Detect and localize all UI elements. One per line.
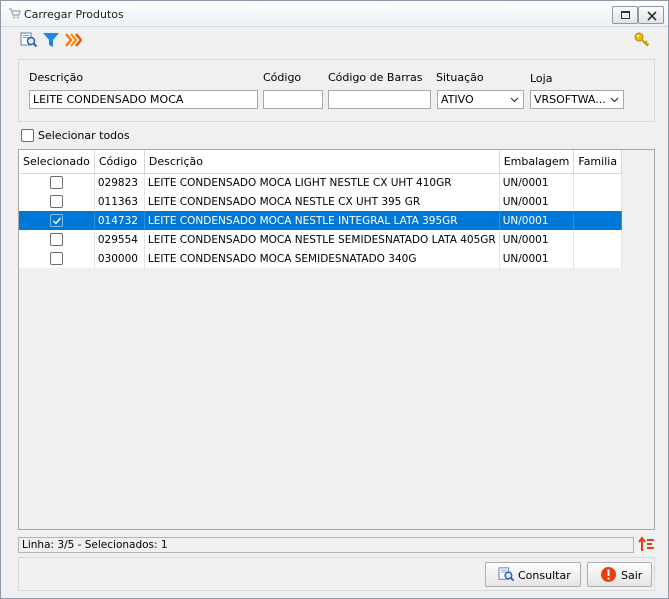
column-header[interactable]: Selecionado <box>19 150 95 174</box>
situacao-label: Situação <box>436 71 484 84</box>
table-row[interactable]: 011363 LEITE CONDENSADO MOCA NESTLE CX U… <box>19 192 623 211</box>
toolbar <box>1 28 668 54</box>
embalagem-cell: UN/0001 <box>499 249 575 268</box>
window: Carregar Produtos Descrição LEITE CONDEN… <box>0 0 669 599</box>
embalagem-cell: UN/0001 <box>499 230 575 249</box>
row-checkbox[interactable] <box>49 252 63 265</box>
table-row[interactable]: 029554 LEITE CONDENSADO MOCA NESTLE SEMI… <box>19 230 623 249</box>
descricao-cell: LEITE CONDENSADO MOCA NESTLE CX UHT 395 … <box>144 192 500 211</box>
table-row[interactable]: 030000 LEITE CONDENSADO MOCA SEMIDESNATA… <box>19 249 623 268</box>
consultar-button[interactable]: Consultar <box>485 562 581 587</box>
window-title: Carregar Produtos <box>24 8 124 21</box>
loja-label: Loja <box>530 72 553 85</box>
table-row-selected[interactable]: 014732 LEITE CONDENSADO MOCA NESTLE INTE… <box>19 211 623 230</box>
codigo-barras-input[interactable] <box>328 90 431 109</box>
column-header[interactable]: Código <box>94 150 145 174</box>
embalagem-cell: UN/0001 <box>499 192 575 211</box>
codigo-cell: 014732 <box>94 211 145 230</box>
situacao-select[interactable]: ATIVO <box>437 90 524 109</box>
codigo-cell: 029823 <box>94 173 145 192</box>
search-document-icon <box>498 566 515 583</box>
codigo-cell: 029554 <box>94 230 145 249</box>
familia-cell <box>573 249 623 268</box>
column-header[interactable]: Descrição <box>144 150 500 174</box>
key-icon[interactable] <box>633 31 651 49</box>
close-button[interactable] <box>638 6 664 24</box>
familia-cell <box>573 192 623 211</box>
products-grid: Selecionado Código Descrição Embalagem F… <box>19 150 623 268</box>
button-panel: Consultar Sair <box>18 557 655 591</box>
products-table: Selecionado Código Descrição Embalagem F… <box>18 149 655 530</box>
descricao-cell: LEITE CONDENSADO MOCA LIGHT NESTLE CX UH… <box>144 173 500 192</box>
restore-icon <box>621 11 630 19</box>
row-checkbox[interactable] <box>49 176 63 190</box>
filter-icon[interactable] <box>42 31 60 49</box>
sort-ascending-icon[interactable] <box>637 535 655 553</box>
row-checkbox[interactable] <box>49 195 63 208</box>
filter-panel: Descrição Código Código de Barras Situaç… <box>18 59 655 122</box>
descricao-cell: LEITE CONDENSADO MOCA SEMIDESNATADO 340G <box>144 249 500 268</box>
embalagem-cell: UN/0001 <box>499 211 575 230</box>
sair-label: Sair <box>621 569 643 582</box>
codigo-label: Código <box>263 71 302 84</box>
familia-cell <box>573 230 623 249</box>
table-header: Selecionado Código Descrição Embalagem F… <box>19 150 623 174</box>
row-checkbox[interactable] <box>49 233 63 246</box>
status-bar: Linha: 3/5 - Selecionados: 1 <box>18 537 634 553</box>
restore-button[interactable] <box>612 6 638 24</box>
codigo-input[interactable] <box>263 90 323 109</box>
descricao-input[interactable] <box>29 90 258 109</box>
chevron-down-icon <box>510 97 519 103</box>
chevrons-right-icon[interactable] <box>64 31 83 49</box>
descricao-cell: LEITE CONDENSADO MOCA NESTLE SEMIDESNATA… <box>144 230 500 249</box>
column-header[interactable]: Embalagem <box>499 150 575 174</box>
consultar-label: Consultar <box>518 569 571 582</box>
status-text: Linha: 3/5 - Selecionados: 1 <box>22 539 168 551</box>
select-all-label: Selecionar todos <box>38 129 130 142</box>
select-all-checkbox[interactable] <box>21 128 34 142</box>
close-icon <box>647 11 657 21</box>
column-header[interactable]: Familia <box>573 150 623 174</box>
situacao-value: ATIVO <box>441 93 474 106</box>
exit-icon <box>600 566 617 583</box>
embalagem-cell: UN/0001 <box>499 173 575 192</box>
row-checkbox-checked[interactable] <box>49 214 63 227</box>
search-document-icon[interactable] <box>20 31 38 49</box>
cart-icon <box>8 7 21 20</box>
table-row[interactable]: 029823 LEITE CONDENSADO MOCA LIGHT NESTL… <box>19 173 623 192</box>
codigo-cell: 030000 <box>94 249 145 268</box>
title-bar: Carregar Produtos <box>1 1 668 27</box>
familia-cell <box>573 173 623 192</box>
checkmark-icon <box>52 217 61 225</box>
loja-value: VRSOFTWA... <box>534 93 606 106</box>
codigo-cell: 011363 <box>94 192 145 211</box>
familia-cell <box>573 211 623 230</box>
sair-button[interactable]: Sair <box>587 562 652 587</box>
codigo-barras-label: Código de Barras <box>328 71 423 84</box>
descricao-label: Descrição <box>29 71 84 84</box>
descricao-cell: LEITE CONDENSADO MOCA NESTLE INTEGRAL LA… <box>144 211 500 230</box>
loja-select[interactable]: VRSOFTWA... <box>530 90 624 109</box>
chevron-down-icon <box>610 97 619 103</box>
select-all[interactable]: Selecionar todos <box>21 128 130 144</box>
